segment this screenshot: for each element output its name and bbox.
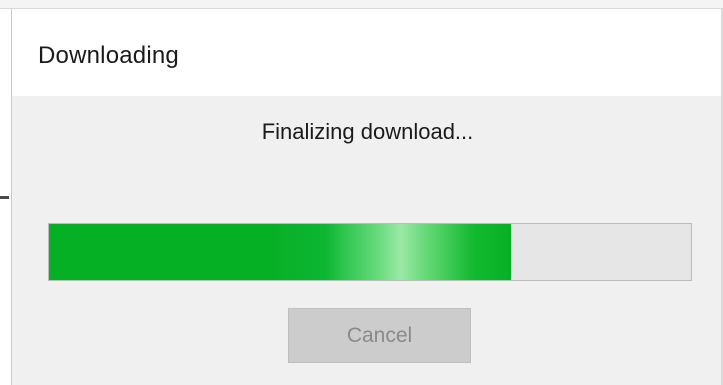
background-window-edge xyxy=(0,0,723,9)
status-message: Finalizing download... xyxy=(261,119,474,144)
progress-fill xyxy=(49,224,512,280)
download-dialog: Downloading Finalizing download... Cance… xyxy=(11,9,723,385)
cancel-button[interactable]: Cancel xyxy=(288,308,471,363)
screen: Downloading Finalizing download... Cance… xyxy=(0,0,723,385)
dialog-title: Downloading xyxy=(38,42,179,69)
dialog-titlebar[interactable]: Downloading xyxy=(12,9,723,96)
background-window-mark xyxy=(0,196,9,199)
download-progress-bar xyxy=(48,223,692,281)
